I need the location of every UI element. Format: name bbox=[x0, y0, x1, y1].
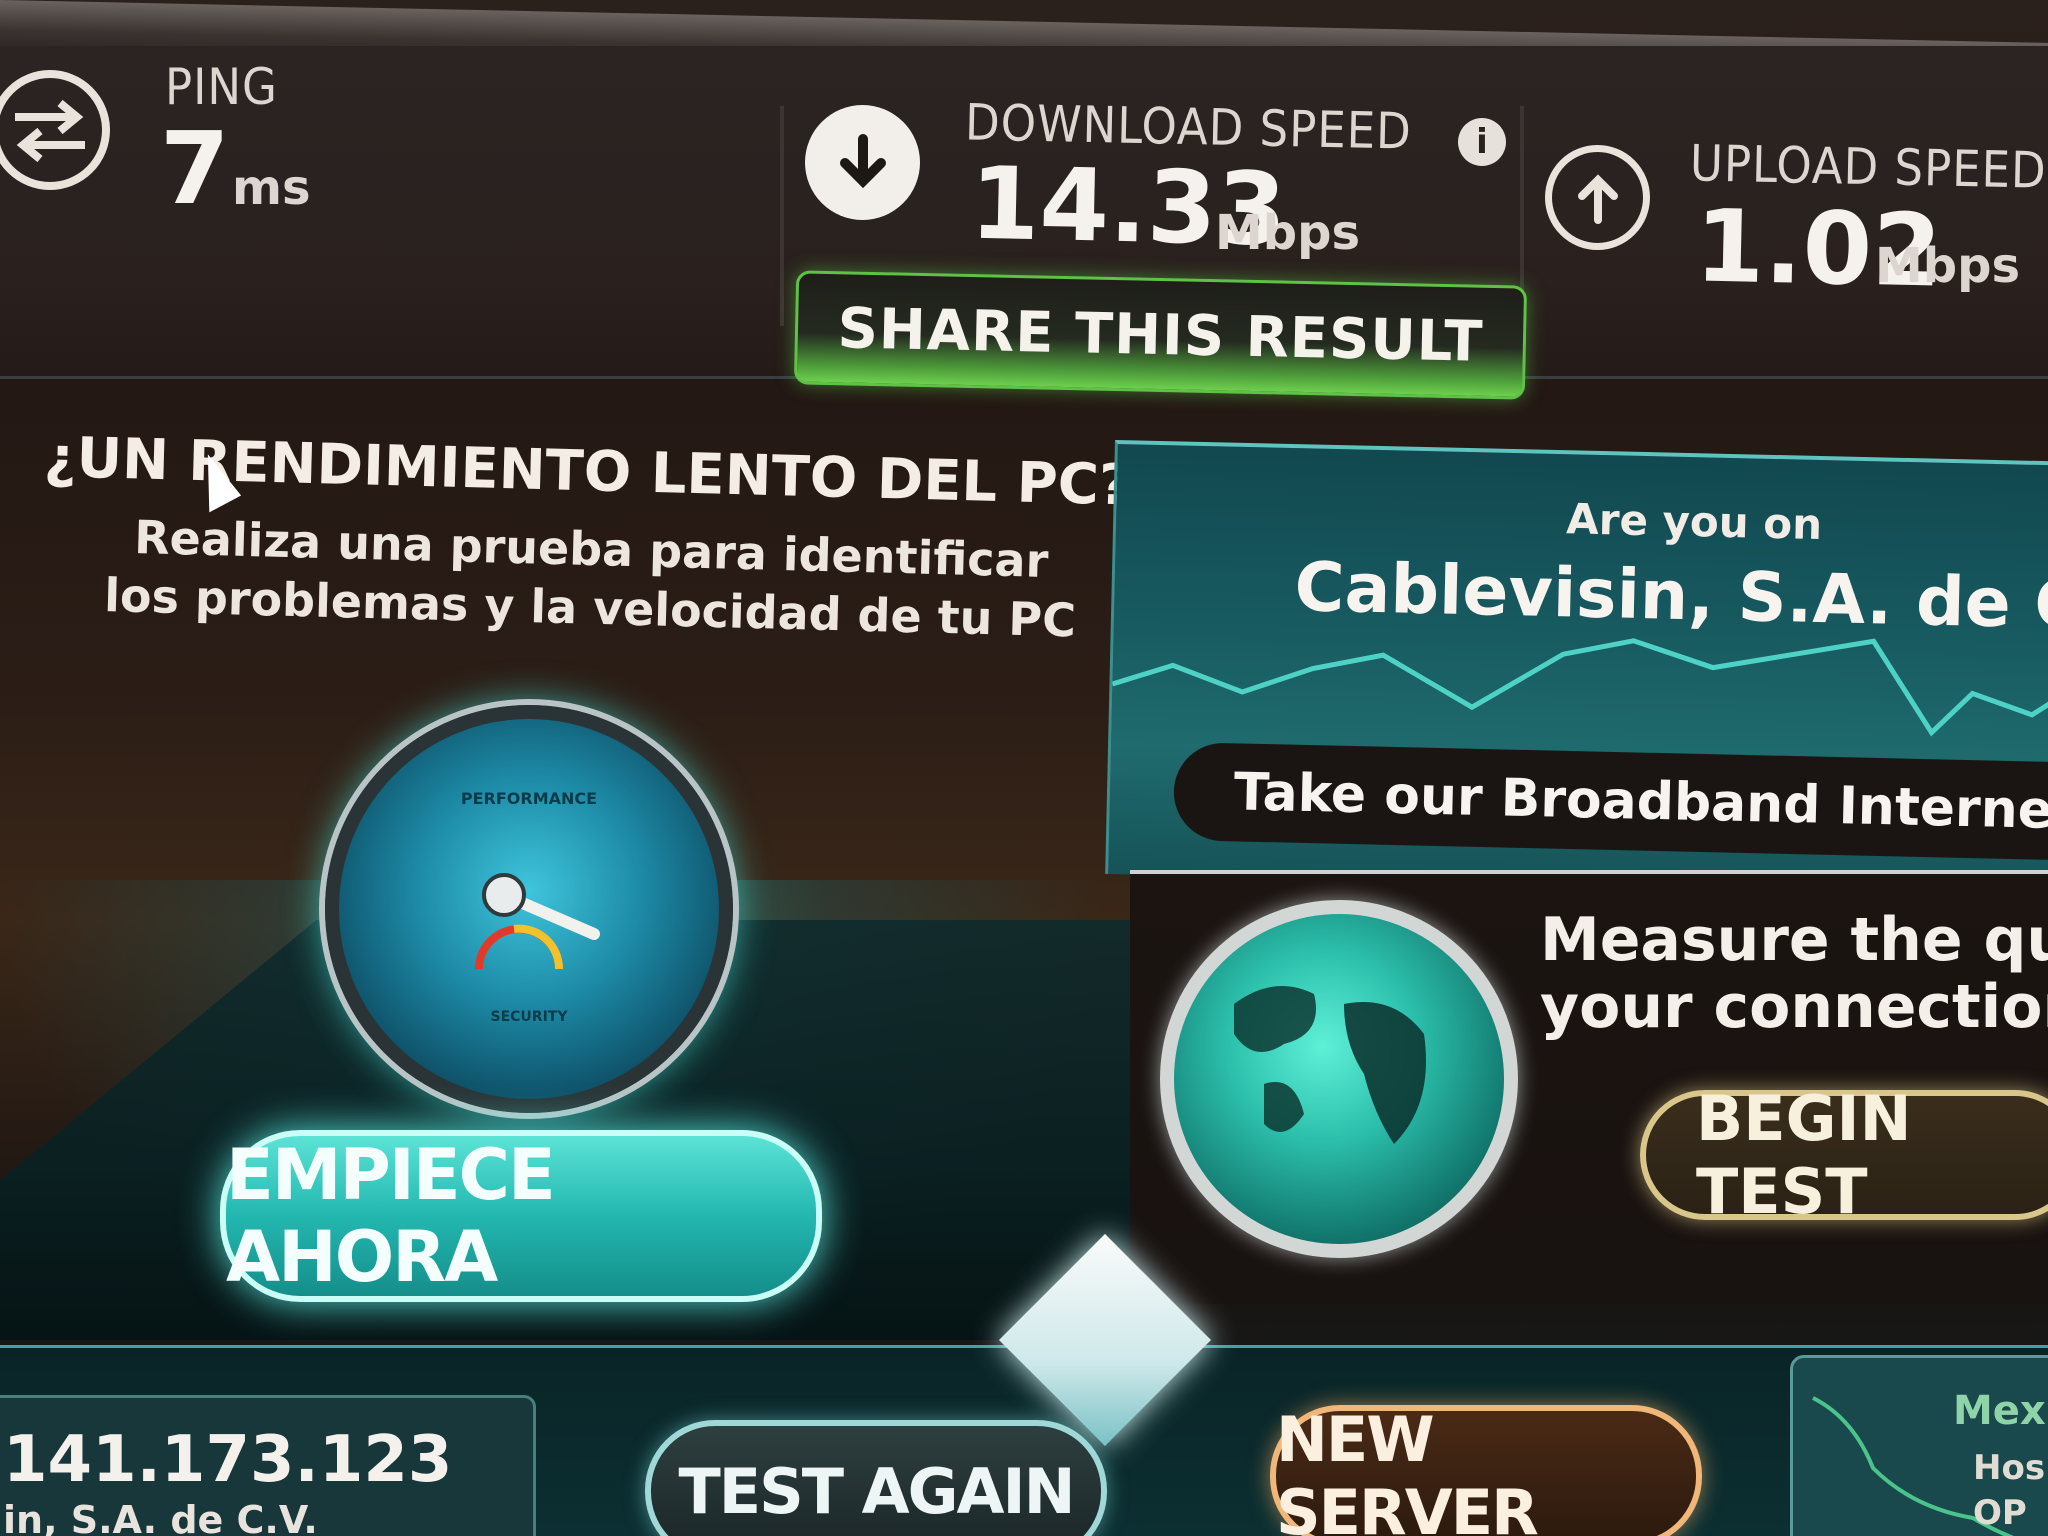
share-result-button[interactable]: SHARE THIS RESULT bbox=[793, 270, 1528, 400]
globe-icon bbox=[1160, 900, 1518, 1258]
ip-address: 141.173.123 bbox=[3, 1423, 453, 1497]
ping-value: 7 bbox=[160, 110, 230, 227]
measure-line-1: Measure the qualit bbox=[1540, 905, 2048, 975]
ip-info-box: 141.173.123 in, S.A. de C.V. bbox=[0, 1395, 536, 1536]
ping-unit: ms bbox=[232, 160, 311, 216]
measure-line-2: your connection. bbox=[1540, 972, 2048, 1042]
map-host-label: Hos bbox=[1973, 1448, 2046, 1488]
server-map[interactable]: Mexic Hos OP bbox=[1790, 1355, 2048, 1536]
info-icon[interactable]: i bbox=[1458, 118, 1506, 166]
speedtest-screen: PING 7 ms DOWNLOAD SPEED i 14.33 Mbps UP… bbox=[0, 0, 2048, 1536]
begin-test-button[interactable]: BEGIN TEST bbox=[1640, 1082, 2048, 1228]
upload-icon bbox=[1545, 145, 1650, 250]
gauge-bottom-label: SECURITY bbox=[490, 1009, 568, 1025]
upload-unit: Mbps bbox=[1875, 238, 2021, 294]
download-icon bbox=[805, 105, 920, 220]
divider bbox=[780, 106, 784, 326]
isp-question: Are you on bbox=[1565, 494, 1823, 550]
download-unit: Mbps bbox=[1215, 205, 1361, 261]
start-now-button[interactable]: EMPIECE AHORA bbox=[220, 1130, 822, 1302]
performance-gauge-icon: PERFORMANCE SECURITY bbox=[325, 705, 733, 1113]
test-again-button[interactable]: TEST AGAIN bbox=[645, 1420, 1107, 1536]
ip-isp-name: in, S.A. de C.V. bbox=[3, 1498, 318, 1536]
new-server-button[interactable]: NEW SERVER bbox=[1270, 1403, 1702, 1536]
map-op-label: OP bbox=[1973, 1493, 2027, 1533]
map-country-label: Mexic bbox=[1953, 1388, 2048, 1434]
ping-label: PING bbox=[165, 58, 278, 116]
